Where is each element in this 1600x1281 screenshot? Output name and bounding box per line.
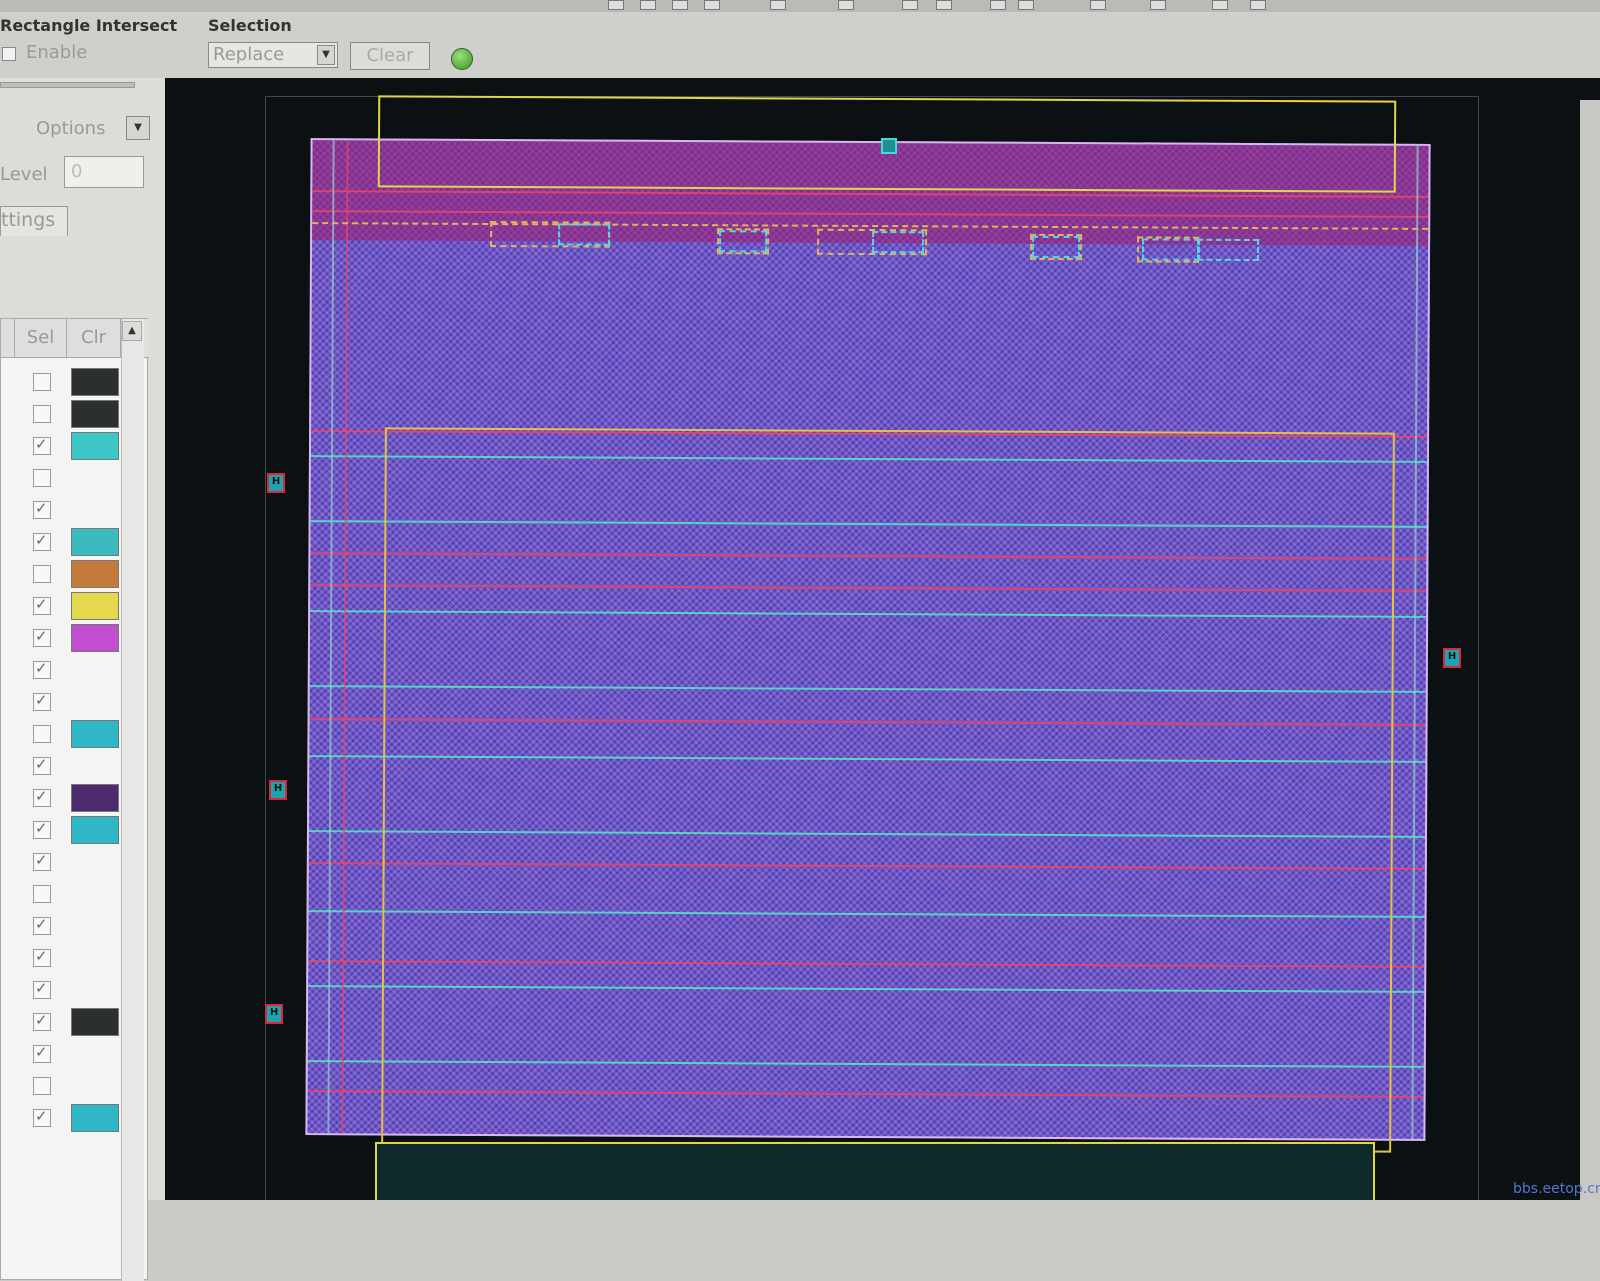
- layer-select-checkbox[interactable]: [33, 691, 51, 711]
- layer-select-checkbox[interactable]: [33, 947, 51, 967]
- layer-select-checkbox[interactable]: [33, 915, 51, 935]
- layer-color-swatch[interactable]: [71, 1008, 119, 1036]
- column-header-sel: Sel: [15, 319, 67, 357]
- chevron-down-icon: ▼: [317, 45, 335, 65]
- layer-select-checkbox[interactable]: [33, 435, 51, 455]
- layer-select-checkbox[interactable]: [33, 725, 51, 743]
- std-cell-pin[interactable]: [719, 230, 768, 253]
- layer-select-checkbox[interactable]: [33, 499, 51, 519]
- column-header: [1, 319, 15, 357]
- toolbar-icon[interactable]: [838, 0, 854, 10]
- left-io-pin[interactable]: H: [267, 473, 285, 493]
- toolbar-icon[interactable]: [902, 0, 918, 10]
- layer-select-checkbox[interactable]: [33, 659, 51, 679]
- std-cell-pin[interactable]: [1141, 238, 1201, 261]
- layer-color-swatch[interactable]: [71, 720, 119, 748]
- layer-select-checkbox[interactable]: [33, 405, 51, 423]
- layer-select-checkbox[interactable]: [33, 819, 51, 839]
- layer-select-checkbox[interactable]: [33, 373, 51, 391]
- clear-button[interactable]: Clear: [350, 42, 430, 70]
- layer-color-swatch[interactable]: [71, 784, 119, 812]
- layer-select-checkbox[interactable]: [33, 1011, 51, 1031]
- layer-color-swatch[interactable]: [71, 560, 119, 588]
- toolbar-icon[interactable]: [990, 0, 1006, 10]
- enable-label: Enable: [26, 42, 88, 63]
- toolbar-icon[interactable]: [1018, 0, 1034, 10]
- std-cell-pin[interactable]: [1032, 235, 1081, 259]
- layer-select-checkbox[interactable]: [33, 979, 51, 999]
- layer-list: Sel Clr ▲: [0, 318, 149, 1281]
- left-io-pin[interactable]: H: [265, 1004, 283, 1024]
- panel-slider[interactable]: [0, 82, 135, 88]
- tab-settings[interactable]: ttings: [0, 206, 68, 236]
- left-io-pin[interactable]: H: [269, 780, 287, 800]
- layer-select-checkbox[interactable]: [33, 627, 51, 647]
- layout-canvas[interactable]: H H H H: [165, 78, 1600, 1200]
- help-icon[interactable]: [451, 48, 473, 70]
- layer-select-checkbox[interactable]: [33, 595, 51, 615]
- layer-select-checkbox[interactable]: [33, 787, 51, 807]
- std-cell-pin[interactable]: [872, 231, 925, 254]
- options-label: Options: [36, 118, 106, 139]
- enable-checkbox[interactable]: [2, 47, 16, 61]
- core-region[interactable]: [381, 427, 1395, 1153]
- layer-color-swatch[interactable]: [71, 816, 119, 844]
- std-cell-pin[interactable]: [558, 223, 611, 246]
- toolbar-icon[interactable]: [1150, 0, 1166, 10]
- toolbar-icon[interactable]: [1250, 0, 1266, 10]
- layer-panel: Options ▼ Level 0 ttings Sel Clr ▲: [0, 78, 167, 1281]
- options-dropdown-icon[interactable]: ▼: [126, 116, 150, 140]
- watermark: bbs.eetop.cn: [1513, 1181, 1600, 1197]
- layer-color-swatch[interactable]: [71, 368, 119, 396]
- toolbar-icon[interactable]: [1090, 0, 1106, 10]
- level-label: Level: [0, 164, 48, 185]
- layer-color-swatch[interactable]: [71, 592, 119, 620]
- toolbar-icon[interactable]: [640, 0, 656, 10]
- layer-select-checkbox[interactable]: [33, 1077, 51, 1095]
- top-io-pin[interactable]: [881, 138, 897, 154]
- column-header-clr: Clr: [67, 319, 121, 357]
- layer-select-checkbox[interactable]: [33, 531, 51, 551]
- layer-list-scrollbar[interactable]: ▲: [121, 319, 144, 1281]
- window-edge: [1580, 100, 1600, 1200]
- right-io-pin[interactable]: H: [1443, 648, 1461, 668]
- layer-select-checkbox[interactable]: [33, 885, 51, 903]
- layer-select-checkbox[interactable]: [33, 755, 51, 775]
- selection-label: Selection: [208, 16, 292, 35]
- layer-color-swatch[interactable]: [71, 624, 119, 652]
- layer-color-swatch[interactable]: [71, 528, 119, 556]
- toolbar-icon[interactable]: [672, 0, 688, 10]
- toolbar-icon[interactable]: [1212, 0, 1228, 10]
- toolbar-icon[interactable]: [770, 0, 786, 10]
- toolbar-icon[interactable]: [608, 0, 624, 10]
- layer-select-checkbox[interactable]: [33, 851, 51, 871]
- toolbar-icon[interactable]: [936, 0, 952, 10]
- std-cell-pin[interactable]: [1196, 238, 1260, 262]
- bottom-io-region[interactable]: [375, 1142, 1375, 1200]
- layer-color-swatch[interactable]: [71, 432, 119, 460]
- layer-color-swatch[interactable]: [71, 1104, 119, 1132]
- layer-select-checkbox[interactable]: [33, 1107, 51, 1127]
- layer-color-swatch[interactable]: [71, 400, 119, 428]
- layer-select-checkbox[interactable]: [33, 565, 51, 583]
- scroll-up-icon[interactable]: ▲: [122, 321, 142, 341]
- layer-select-checkbox[interactable]: [33, 469, 51, 487]
- toolbar-icon[interactable]: [704, 0, 720, 10]
- selection-mode-value: Replace: [213, 44, 285, 65]
- selection-mode-select[interactable]: Replace ▼: [208, 42, 338, 68]
- level-spinbox[interactable]: 0: [64, 156, 144, 188]
- level-value: 0: [71, 161, 83, 182]
- options-bar: Rectangle Intersect Enable Selection Rep…: [0, 12, 1600, 78]
- rect-intersect-label: Rectangle Intersect: [0, 16, 178, 35]
- layer-select-checkbox[interactable]: [33, 1043, 51, 1063]
